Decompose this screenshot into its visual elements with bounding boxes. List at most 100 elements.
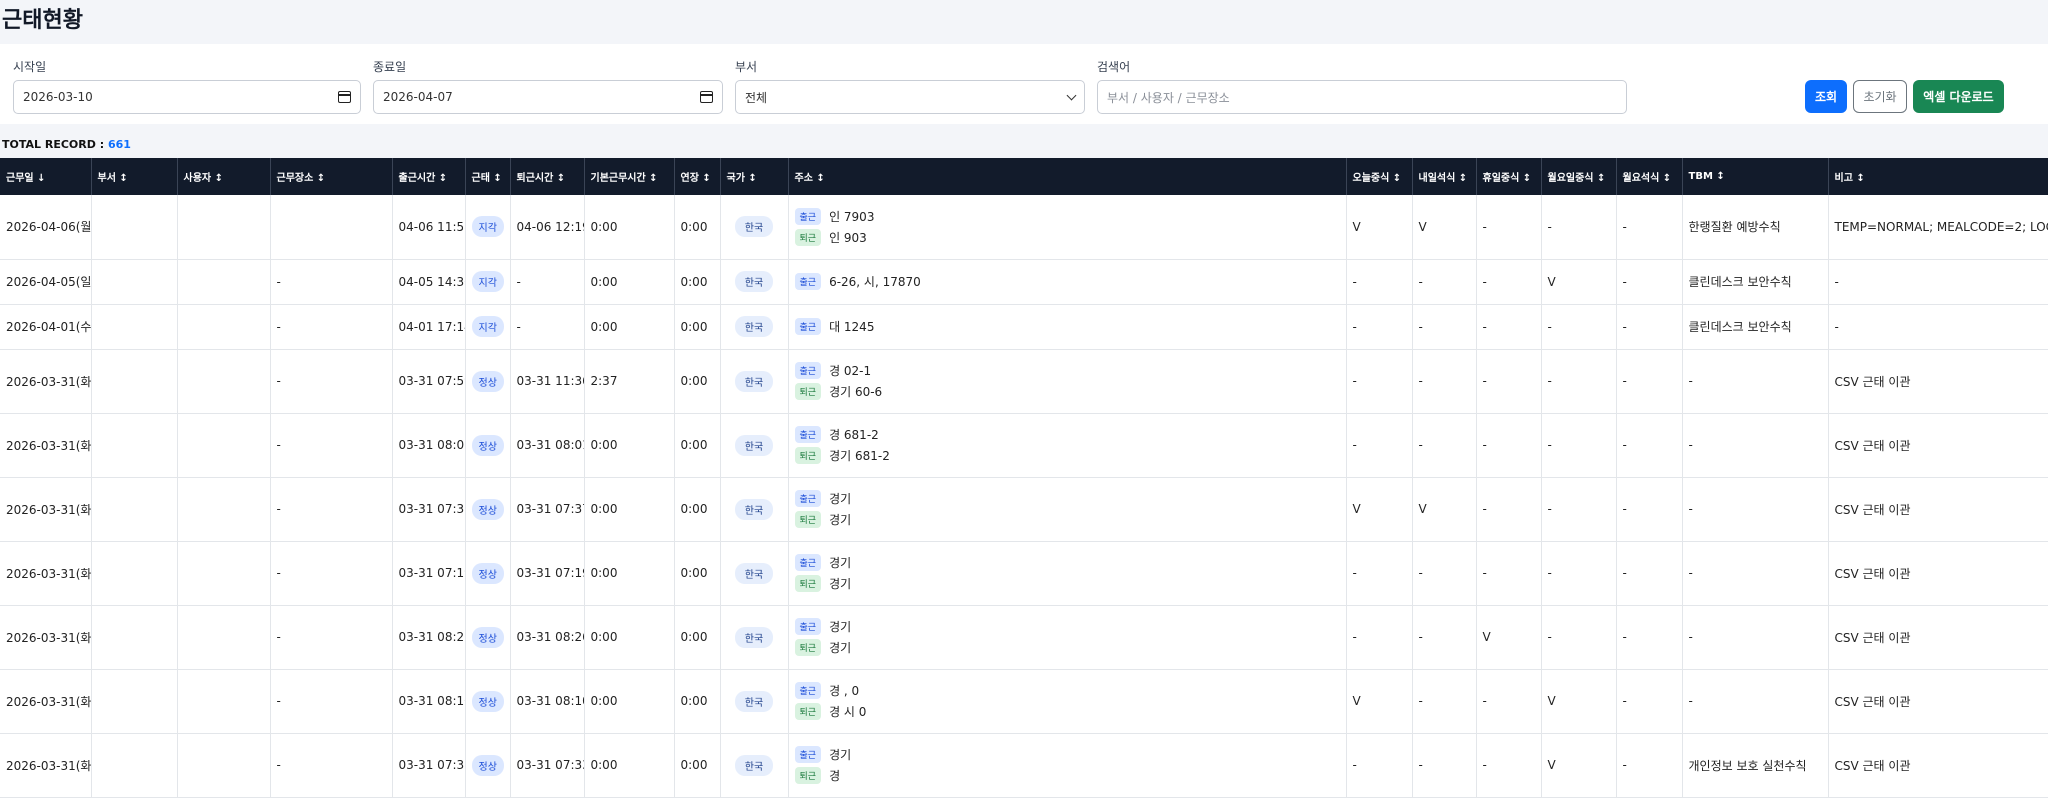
- base-hours-cell: 2:37: [584, 349, 675, 414]
- start-date-label: 시작일: [13, 60, 47, 74]
- table-row[interactable]: 2026-03-31(화) -03-31 08:01 정상 03-31 08:01 0:…: [0, 413, 2048, 478]
- base-hours-cell: 0:00: [584, 195, 675, 260]
- address-cell: 출근 대 1245: [788, 304, 1347, 350]
- column-header[interactable]: 근무장소 ↕: [270, 158, 393, 195]
- column-header[interactable]: 부서 ↕: [91, 158, 178, 195]
- user-cell[interactable]: [177, 541, 271, 606]
- user-cell[interactable]: [177, 195, 271, 260]
- table-row[interactable]: 2026-03-31(화) -03-31 07:37 정상 03-31 07:37 0:…: [0, 477, 2048, 542]
- column-header[interactable]: 퇴근시간 ↕: [510, 158, 585, 195]
- out-tag: 퇴근: [794, 703, 822, 720]
- tbm-cell: -: [1682, 349, 1829, 414]
- dept-select-value: 전체: [745, 90, 768, 105]
- user-cell[interactable]: [177, 304, 271, 350]
- column-header[interactable]: 근태 ↕: [465, 158, 511, 195]
- column-header[interactable]: 기본근무시간 ↕: [584, 158, 675, 195]
- monday-lunch-cell: V: [1541, 259, 1617, 305]
- monday-lunch-cell: -: [1541, 605, 1617, 670]
- monday-lunch-cell: -: [1541, 541, 1617, 606]
- user-cell[interactable]: [177, 669, 271, 734]
- dinner-tomorrow-cell: V: [1412, 477, 1477, 542]
- user-cell[interactable]: [177, 605, 271, 670]
- dept-cell: [91, 477, 178, 542]
- address-cell: 출근 경기 퇴근 경기: [788, 541, 1347, 606]
- status-cell: 지각: [465, 259, 511, 305]
- address-in-text: 경기: [829, 620, 852, 634]
- dept-select[interactable]: 전체: [735, 80, 1085, 114]
- tbm-cell: 클린데스크 보안수칙: [1682, 304, 1829, 350]
- calendar-icon[interactable]: [700, 91, 713, 103]
- country-badge: 한국: [734, 562, 774, 584]
- keyword-input[interactable]: 부서 / 사용자 / 근무장소: [1097, 80, 1627, 114]
- status-badge: 정상: [471, 370, 504, 392]
- end-date-input[interactable]: 2026-04-07: [373, 80, 723, 114]
- reset-button[interactable]: 초기화: [1853, 80, 1907, 113]
- total-record: TOTAL RECORD : 661: [2, 138, 131, 151]
- country-cell: 한국: [720, 349, 789, 414]
- table-row[interactable]: 2026-04-06(월) 04-06 11:58 지각 04-06 12:19 0:0…: [0, 195, 2048, 260]
- address-out-line: 퇴근 경 시 0: [794, 701, 1340, 722]
- user-cell[interactable]: [177, 413, 271, 478]
- table-row[interactable]: 2026-04-05(일) -04-05 14:30 지각 -0:00 0:00 한국 출근…: [0, 259, 2048, 305]
- table-row[interactable]: 2026-03-31(화) -03-31 07:33 정상 03-31 07:33 0:…: [0, 733, 2048, 798]
- dinner-tomorrow-cell: -: [1412, 669, 1477, 734]
- note-cell: TEMP=NORMAL; MEALCODE=2; LOCATION=: [1828, 195, 2048, 260]
- out-tag: 퇴근: [794, 383, 822, 400]
- country-cell: 한국: [720, 541, 789, 606]
- column-header[interactable]: 사용자 ↕: [177, 158, 271, 195]
- status-badge: 정상: [471, 562, 504, 584]
- search-button[interactable]: 조회: [1805, 80, 1847, 113]
- holiday-lunch-cell: -: [1476, 733, 1542, 798]
- table-row[interactable]: 2026-03-31(화) -03-31 07:19 정상 03-31 07:19 0:…: [0, 541, 2048, 606]
- out-time-cell: 03-31 07:19: [510, 541, 585, 606]
- address-out-text: 경기: [829, 641, 852, 655]
- lunch-today-cell: V: [1346, 477, 1413, 542]
- country-cell: 한국: [720, 669, 789, 734]
- table-row[interactable]: 2026-03-31(화) -03-31 08:10 정상 03-31 08:10 0:…: [0, 669, 2048, 734]
- table-row[interactable]: 2026-03-31(화) -03-31 08:26 정상 03-31 08:26 0:…: [0, 605, 2048, 670]
- keyword-group: 검색어 부서 / 사용자 / 근무장소: [1097, 58, 1627, 114]
- user-cell[interactable]: [177, 259, 271, 305]
- out-time-cell: 04-06 12:19: [510, 195, 585, 260]
- column-header[interactable]: 오늘중식 ↕: [1346, 158, 1413, 195]
- base-hours-cell: 0:00: [584, 541, 675, 606]
- column-header[interactable]: 비고 ↕: [1828, 158, 2048, 195]
- column-header[interactable]: 주소 ↕: [788, 158, 1347, 195]
- tbm-cell: 한랭질환 예방수칙: [1682, 195, 1829, 260]
- in-time-cell: 03-31 07:59: [392, 349, 466, 414]
- out-tag: 퇴근: [794, 228, 822, 246]
- in-time-cell: 04-05 14:30: [392, 259, 466, 305]
- column-header[interactable]: 근무일 ↓: [0, 158, 92, 195]
- column-header[interactable]: 내일석식 ↕: [1412, 158, 1477, 195]
- column-header[interactable]: 월요일중식 ↕: [1541, 158, 1617, 195]
- in-tag: 출근: [794, 426, 822, 443]
- monday-dinner-cell: -: [1616, 605, 1683, 670]
- user-cell[interactable]: [177, 349, 271, 414]
- column-header[interactable]: 국가 ↕: [720, 158, 789, 195]
- start-date-input[interactable]: 2026-03-10: [13, 80, 361, 114]
- note-cell: CSV 근태 이관: [1828, 349, 2048, 414]
- note-cell: CSV 근태 이관: [1828, 605, 2048, 670]
- in-tag: 출근: [794, 318, 822, 335]
- address-cell: 출근 인 7903 퇴근 인 903: [788, 195, 1347, 260]
- address-cell: 출근 경기 퇴근 경기: [788, 605, 1347, 670]
- table-row[interactable]: 2026-03-31(화) -03-31 07:59 정상 03-31 11:36 2:…: [0, 349, 2048, 414]
- dinner-tomorrow-cell: -: [1412, 259, 1477, 305]
- calendar-icon[interactable]: [338, 91, 351, 103]
- monday-dinner-cell: -: [1616, 541, 1683, 606]
- address-in-text: 경기: [829, 748, 852, 762]
- user-cell[interactable]: [177, 733, 271, 798]
- end-date-label: 종료일: [373, 60, 407, 74]
- user-cell[interactable]: [177, 477, 271, 542]
- place-cell: -: [270, 605, 393, 670]
- column-header[interactable]: 출근시간 ↕: [392, 158, 466, 195]
- excel-download-button[interactable]: 엑셀 다운로드: [1913, 80, 2004, 113]
- column-header[interactable]: TBM ↕: [1682, 158, 1829, 195]
- table-row[interactable]: 2026-04-01(수) -04-01 17:14 지각 -0:00 0:00 한국 출근…: [0, 304, 2048, 350]
- total-record-label: TOTAL RECORD :: [2, 138, 108, 151]
- base-hours-cell: 0:00: [584, 304, 675, 350]
- column-header[interactable]: 월요석식 ↕: [1616, 158, 1683, 195]
- monday-lunch-cell: -: [1541, 413, 1617, 478]
- column-header[interactable]: 연장 ↕: [674, 158, 721, 195]
- column-header[interactable]: 휴일중식 ↕: [1476, 158, 1542, 195]
